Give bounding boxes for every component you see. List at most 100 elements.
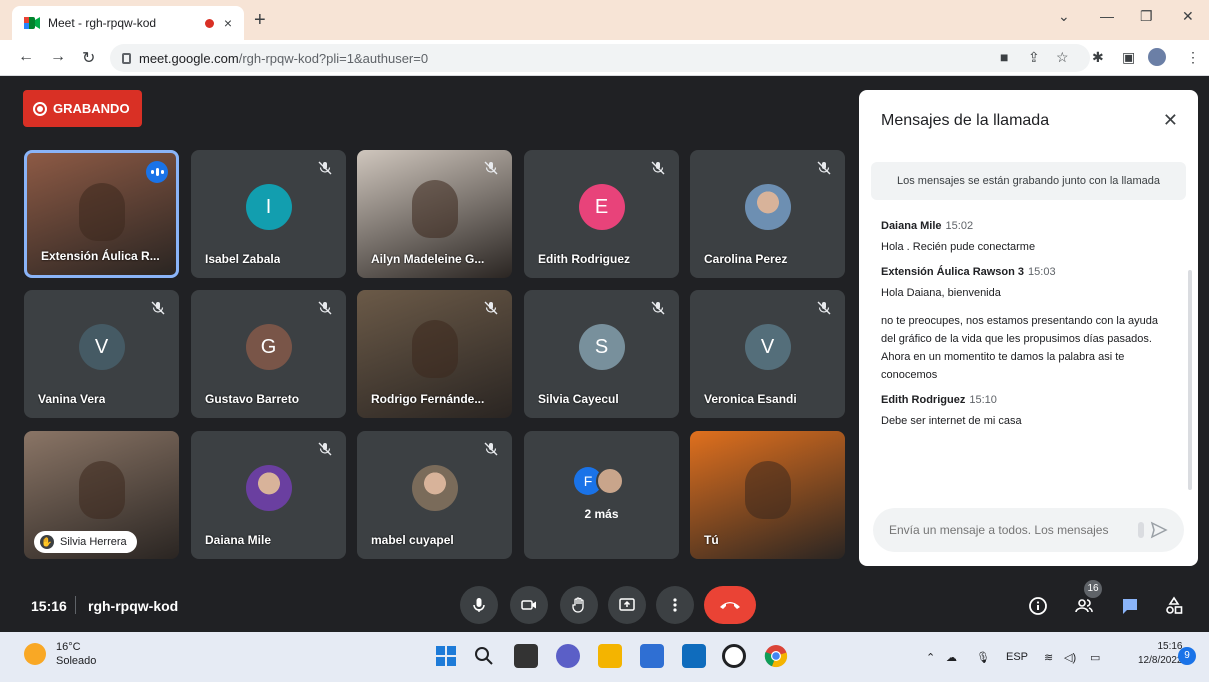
teams-chat-icon[interactable] — [556, 644, 580, 668]
meeting-time: 15:16 — [31, 598, 67, 614]
chat-timestamp: 15:10 — [969, 394, 997, 406]
more-options-button[interactable] — [656, 586, 694, 624]
store-icon[interactable] — [640, 644, 664, 668]
url-field[interactable]: meet.google.com/rgh-rpqw-kod?pli=1&authu… — [110, 44, 1090, 72]
chat-author: Edith Rodriguez — [881, 394, 966, 406]
recording-badge[interactable]: GRABANDO — [23, 90, 142, 127]
chat-author: Extensión Áulica Rawson 3 — [881, 266, 1025, 278]
raise-hand-button[interactable] — [560, 586, 598, 624]
menu-kebab-icon[interactable]: ⋮ — [1186, 49, 1200, 66]
participant-tile[interactable]: Carolina Perez — [690, 150, 845, 278]
raised-hand-pill: ✋ Silvia Herrera — [34, 531, 137, 553]
activities-button[interactable] — [1162, 594, 1186, 618]
participant-tile[interactable]: Rodrigo Fernánde... — [357, 290, 512, 418]
profile-avatar[interactable] — [1148, 48, 1166, 66]
participant-tile[interactable]: ✋ Silvia Herrera — [24, 431, 179, 559]
task-view-icon[interactable] — [514, 644, 538, 668]
participant-name: 2 más — [584, 507, 619, 521]
url-host: meet.google.com — [139, 50, 239, 66]
participant-tile[interactable]: mabel cuyapel — [357, 431, 512, 559]
weather-widget[interactable]: 16°C Soleado — [24, 640, 96, 668]
chat-scrollbar[interactable] — [1188, 270, 1192, 490]
chat-input-box[interactable] — [873, 508, 1184, 552]
chat-message-header: Extensión Áulica Rawson 3 15:03 — [881, 266, 1171, 278]
mic-off-icon — [149, 300, 167, 318]
leave-call-button[interactable] — [704, 586, 756, 624]
mic-off-icon — [316, 441, 334, 459]
microphone-button[interactable] — [460, 586, 498, 624]
window-close-icon[interactable]: ✕ — [1182, 8, 1194, 25]
system-clock[interactable]: 15:16 12/8/2022 — [1138, 640, 1183, 668]
back-arrow-icon[interactable]: ← — [18, 48, 34, 66]
send-icon[interactable] — [1150, 521, 1168, 539]
participant-tile[interactable]: Daiana Mile — [191, 431, 346, 559]
new-tab-button[interactable]: + — [254, 10, 266, 30]
cloud-icon[interactable]: ☁ — [946, 651, 957, 664]
participant-tile[interactable]: V Vanina Vera — [24, 290, 179, 418]
sidepanel-icon[interactable]: ▣ — [1122, 49, 1135, 66]
mic-off-icon — [316, 300, 334, 318]
info-icon — [1029, 597, 1047, 615]
browser-tabbar: Meet - rgh-rpqw-kod × + ⌄ — ❐ ✕ — [0, 0, 1209, 40]
tab-close-button[interactable]: × — [224, 15, 232, 31]
participant-tile[interactable]: E Edith Rodriguez — [524, 150, 679, 278]
participant-tile[interactable]: S Silvia Cayecul — [524, 290, 679, 418]
wifi-icon[interactable]: ≋ — [1044, 651, 1053, 664]
extensions-icon[interactable]: ✱ — [1092, 49, 1104, 66]
browser-tab[interactable]: Meet - rgh-rpqw-kod × — [12, 6, 244, 40]
battery-icon[interactable]: ▭ — [1090, 651, 1100, 664]
bookmark-star-icon[interactable]: ☆ — [1056, 49, 1069, 66]
restore-icon[interactable]: ❐ — [1140, 8, 1153, 25]
system-time: 15:16 — [1157, 641, 1183, 652]
mic-off-icon — [649, 300, 667, 318]
tray-chevron-up-icon[interactable]: ⌃ — [926, 651, 935, 664]
camera-button[interactable] — [510, 586, 548, 624]
tray-microphone-icon[interactable]: 🎙 — [976, 651, 990, 664]
chat-message-input[interactable] — [889, 523, 1138, 537]
volume-icon[interactable]: ◁) — [1064, 651, 1076, 664]
camera-indicator-icon[interactable]: ■ — [1000, 49, 1008, 65]
participant-tile[interactable]: F2 más — [524, 431, 679, 559]
mic-off-icon — [482, 441, 500, 459]
mic-off-icon — [316, 160, 334, 178]
participant-name: Rodrigo Fernánde... — [371, 392, 485, 406]
sun-icon — [24, 643, 46, 665]
participant-tile[interactable]: Extensión Áulica R... — [24, 150, 179, 278]
app-icon[interactable] — [722, 644, 746, 668]
chat-message-group: Daiana Mile 15:02 Hola . Recién pude conec… — [881, 220, 1171, 256]
participant-avatar: S — [578, 324, 625, 370]
chrome-icon[interactable] — [764, 644, 788, 668]
recording-label: GRABANDO — [53, 101, 130, 116]
participant-avatar — [411, 465, 458, 511]
participant-avatar: I — [245, 184, 292, 230]
participant-tile[interactable]: V Veronica Esandi — [690, 290, 845, 418]
reload-icon[interactable]: ↻ — [82, 48, 95, 68]
meeting-info-button[interactable] — [1026, 594, 1050, 618]
participant-avatar: V — [744, 324, 791, 370]
forward-arrow-icon[interactable]: → — [50, 48, 66, 66]
chat-close-button[interactable]: ✕ — [1163, 110, 1178, 131]
video-feed — [78, 183, 125, 241]
present-button[interactable] — [608, 586, 646, 624]
participant-tile[interactable]: I Isabel Zabala — [191, 150, 346, 278]
participant-avatar — [744, 184, 791, 230]
participant-tile[interactable]: Ailyn Madeleine G... — [357, 150, 512, 278]
participant-tile[interactable]: G Gustavo Barreto — [191, 290, 346, 418]
minimize-icon[interactable]: — — [1100, 8, 1114, 24]
notification-badge[interactable]: 9 — [1178, 647, 1196, 665]
chat-author: Daiana Mile — [881, 220, 942, 232]
chat-button[interactable] — [1118, 594, 1142, 618]
hand-icon: ✋ — [40, 535, 54, 549]
language-indicator[interactable]: ESP — [1006, 651, 1028, 663]
search-icon[interactable] — [472, 644, 496, 668]
participant-avatar — [596, 467, 624, 495]
chevron-down-icon[interactable]: ⌄ — [1058, 8, 1070, 25]
mail-icon[interactable] — [682, 644, 706, 668]
microphone-icon — [473, 598, 485, 612]
video-feed — [744, 461, 791, 519]
windows-start-icon[interactable] — [434, 644, 458, 668]
participant-avatar — [245, 465, 292, 511]
participant-tile[interactable]: Tú — [690, 431, 845, 559]
file-explorer-icon[interactable] — [598, 644, 622, 668]
share-icon[interactable]: ⇪ — [1028, 49, 1040, 66]
